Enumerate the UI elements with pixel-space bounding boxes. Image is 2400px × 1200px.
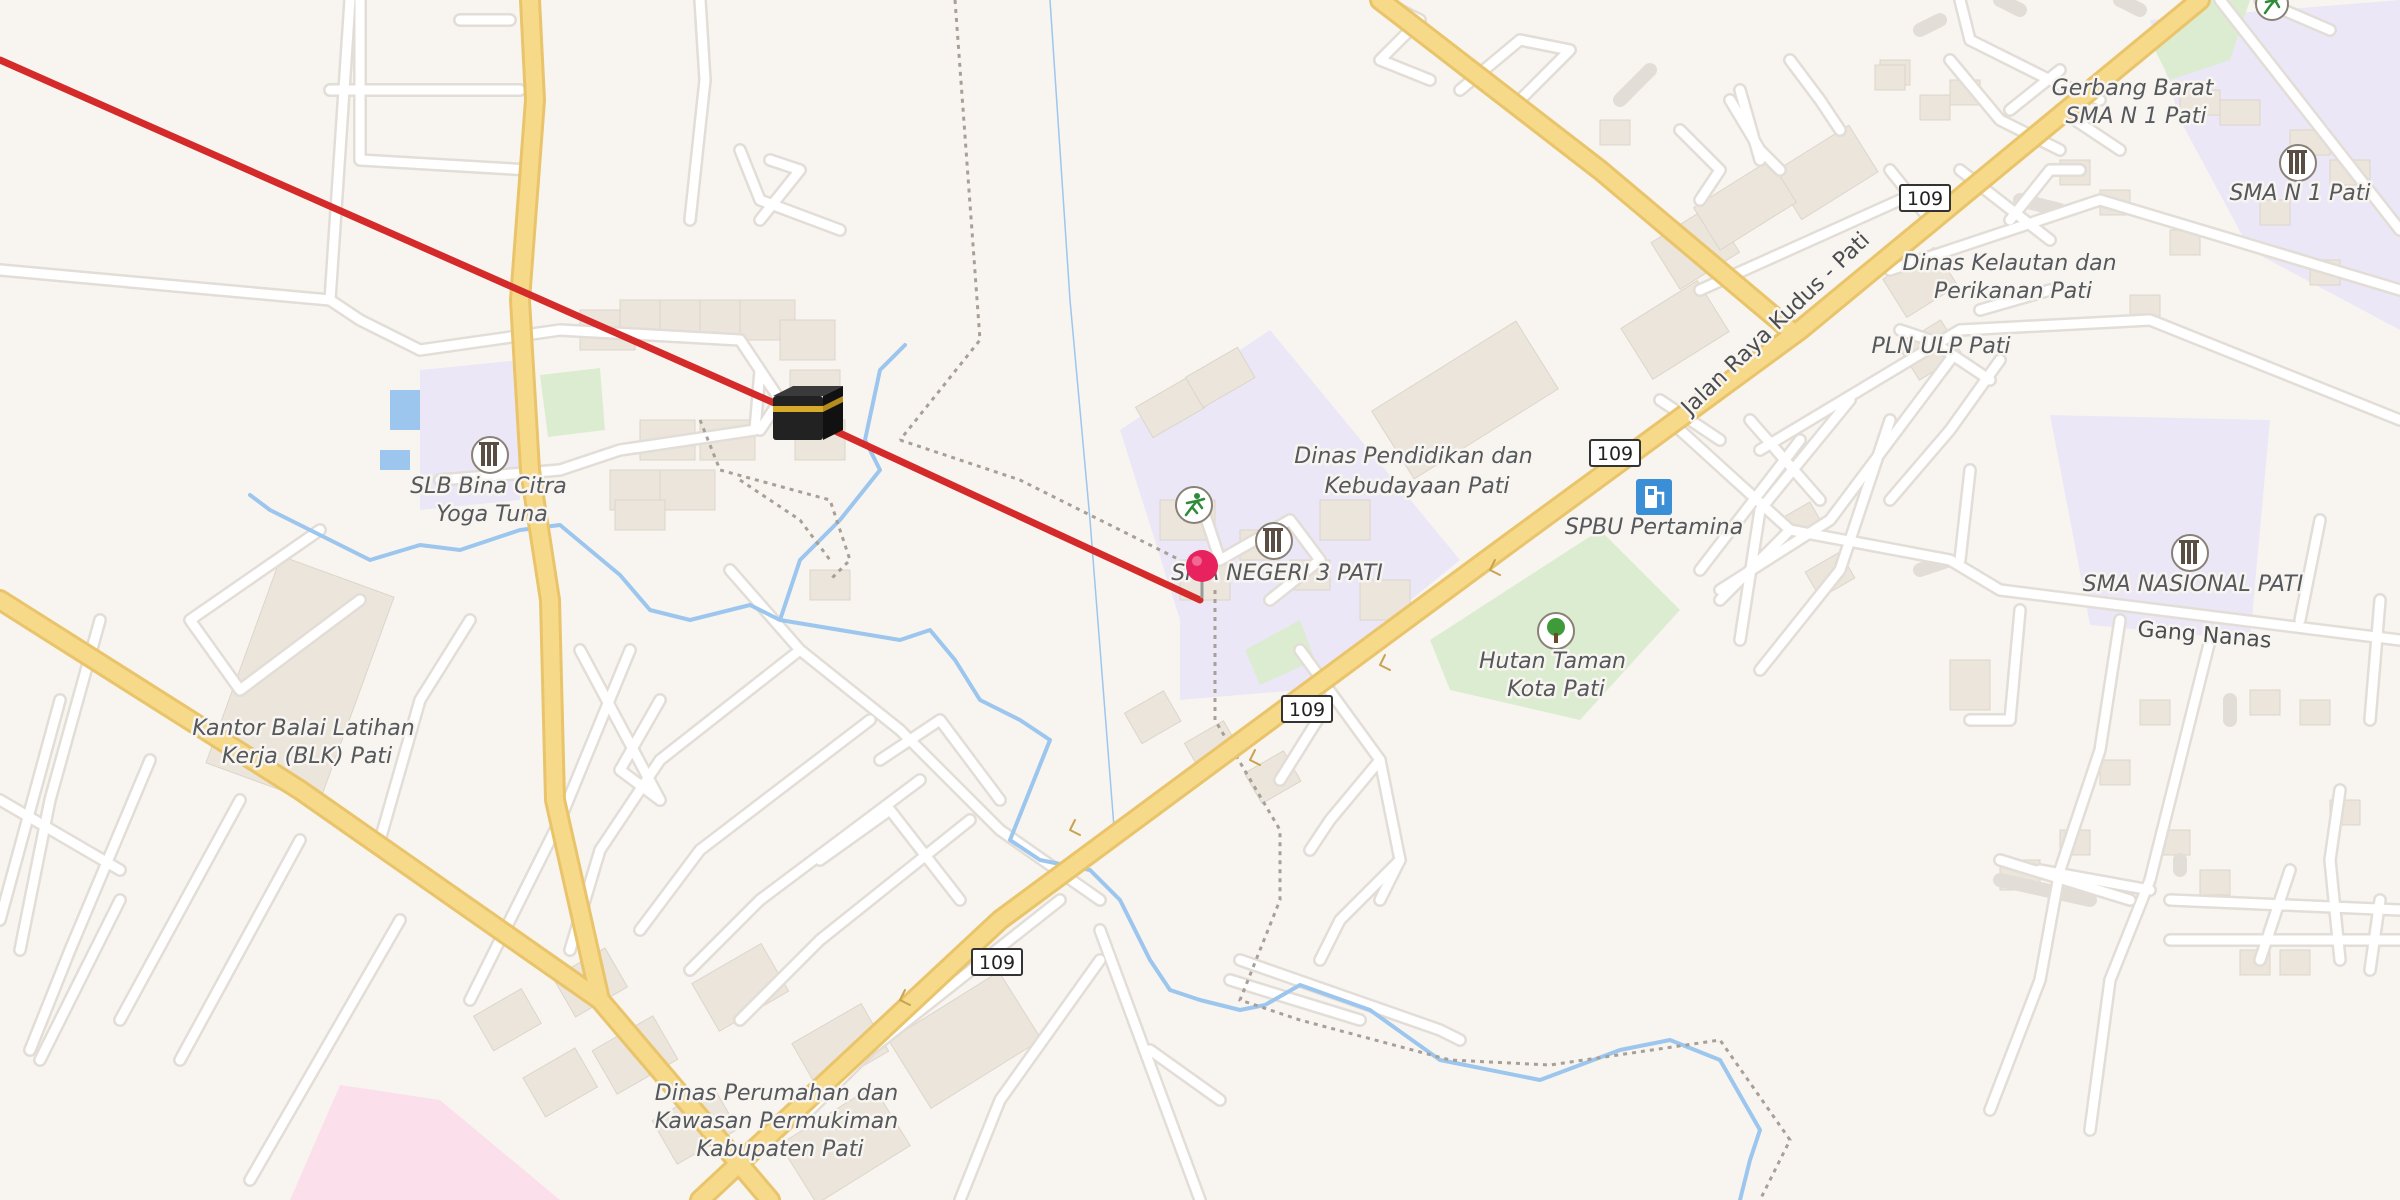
road-shield-3: 109 — [1281, 695, 1333, 723]
svg-text:109: 109 — [979, 952, 1015, 974]
tree-icon — [1537, 612, 1575, 650]
kaaba-icon — [773, 386, 843, 440]
svg-text:109: 109 — [1289, 699, 1325, 721]
label-sma-nasional-pati: SMA NASIONAL PATI — [2083, 572, 2304, 597]
hospital-area — [290, 1085, 560, 1200]
school-icon — [471, 436, 509, 474]
road-shield-2: 109 — [1589, 439, 1641, 467]
park-small-slb — [540, 368, 605, 437]
road-shield-1: 109 — [1899, 184, 1951, 212]
label-spbu-pertamina: SPBU Pertamina — [1565, 515, 1743, 540]
map-canvas[interactable]: 109 109 109 109 Jalan Raya Kudus - Pati … — [0, 0, 2400, 1200]
svg-text:109: 109 — [1597, 443, 1633, 465]
school-icon — [2279, 144, 2317, 182]
sports-icon — [1175, 486, 1213, 524]
label-sma-n-1-pati: SMA N 1 Pati — [2230, 181, 2371, 206]
road-shield-4: 109 — [971, 948, 1023, 976]
label-pln-ulp-pati: PLN ULP Pati — [1871, 334, 2010, 359]
fuel-icon — [1636, 479, 1672, 515]
svg-text:109: 109 — [1907, 188, 1943, 210]
school-icon — [2171, 534, 2209, 572]
school-icon — [1255, 522, 1293, 560]
pond — [390, 390, 420, 430]
canal-thin — [1049, 0, 1116, 841]
